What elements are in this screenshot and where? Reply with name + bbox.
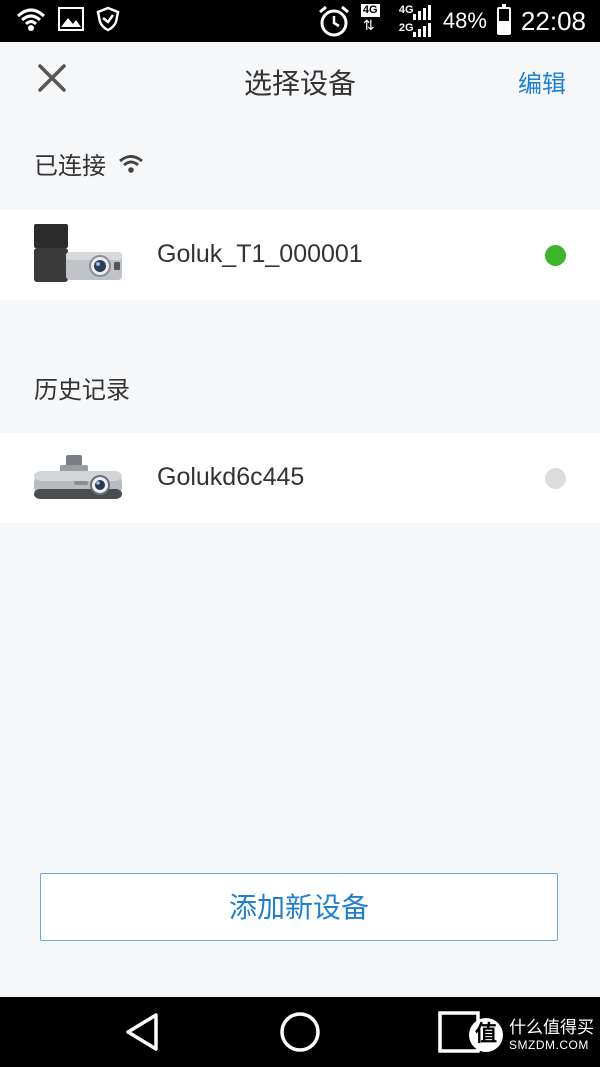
wifi-status-icon <box>16 8 46 31</box>
page-title: 选择设备 <box>243 67 356 100</box>
section-history-label: 历史记录 <box>34 376 130 404</box>
status-right: 4G ⇅ 4G 2G 48% 22:08 <box>317 4 586 38</box>
watermark: 值 什么值得买 SMZDM.COM <box>469 1018 594 1052</box>
status-dot-online <box>545 245 566 266</box>
edit-button[interactable]: 编辑 <box>518 64 566 99</box>
network-type-label: 4G <box>360 4 380 17</box>
watermark-text: 什么值得买 SMZDM.COM <box>509 1018 594 1052</box>
device-row-connected[interactable]: Goluk_T1_000001 <box>0 210 600 300</box>
shield-icon <box>96 6 120 32</box>
home-button[interactable] <box>277 1009 323 1055</box>
dashcam-t1-image <box>34 224 122 282</box>
screen: 4G ⇅ 4G 2G 48% 22:08 选择设备 编辑 已连接 Goluk_T… <box>0 0 600 1067</box>
battery-level-fill <box>498 21 509 33</box>
add-new-device-button[interactable]: 添加新设备 <box>40 873 558 941</box>
back-triangle-icon <box>126 1013 158 1051</box>
dashcam-history-image <box>34 455 122 499</box>
data-arrows-icon: ⇅ <box>362 18 375 34</box>
status-left <box>16 6 120 32</box>
battery-percent: 48% <box>442 8 487 33</box>
section-connected-label: 已连接 <box>34 152 106 180</box>
status-dot-offline <box>545 468 566 489</box>
device-name: Goluk_T1_000001 <box>157 240 363 268</box>
device-row-history[interactable]: Golukd6c445 <box>0 433 600 523</box>
signal-type-1: 4G <box>398 4 414 16</box>
device-name: Golukd6c445 <box>157 463 305 491</box>
watermark-line1: 什么值得买 <box>509 1018 594 1038</box>
signal-indicator: 4G 2G <box>399 4 433 38</box>
header: 选择设备 编辑 <box>0 42 600 120</box>
watermark-line2: SMZDM.COM <box>509 1038 589 1052</box>
watermark-logo: 值 <box>469 1018 503 1052</box>
home-circle-icon <box>280 1012 320 1052</box>
signal-bars-icon <box>412 5 431 37</box>
back-button[interactable] <box>120 1009 166 1055</box>
alarm-icon <box>318 5 349 37</box>
clock: 22:08 <box>520 5 586 36</box>
status-bar: 4G ⇅ 4G 2G 48% 22:08 <box>0 0 600 42</box>
network-type-indicator: 4G ⇅ <box>360 4 389 38</box>
image-notification-icon <box>58 7 84 31</box>
signal-type-2: 2G <box>398 22 414 34</box>
battery-icon <box>496 4 511 35</box>
section-connected-header: 已连接 <box>34 146 144 181</box>
wifi-icon <box>119 154 143 173</box>
